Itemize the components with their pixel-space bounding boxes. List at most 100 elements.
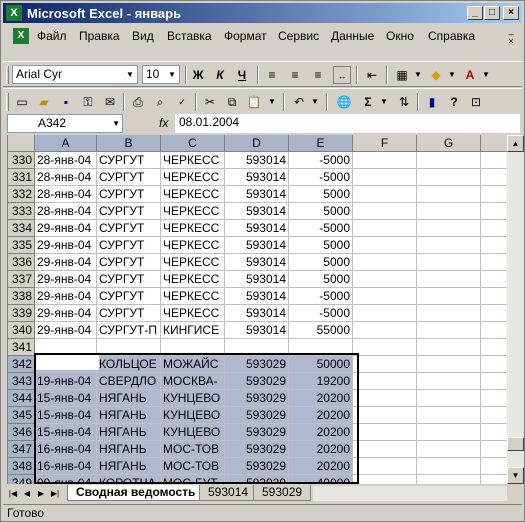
email-icon[interactable]: ✉ [101, 93, 119, 111]
cell-d[interactable]: 593014 [225, 169, 289, 186]
align-right-icon[interactable]: ≡ [309, 66, 327, 84]
cell-c[interactable]: ЧЕРКЕСС [161, 220, 225, 237]
cell-e[interactable]: -5000 [289, 305, 353, 322]
cell-c[interactable]: КУНЦЕВО [161, 424, 225, 441]
cell-e[interactable]: 40000 [289, 475, 353, 484]
cell-f[interactable] [353, 152, 417, 169]
fx-icon[interactable]: fx [159, 116, 168, 130]
cell-h[interactable] [481, 237, 507, 254]
sort-ascending-icon[interactable]: ⇅ [395, 93, 413, 111]
cell-e[interactable]: 20200 [289, 390, 353, 407]
row-header[interactable]: 338 [8, 288, 35, 305]
select-all-corner[interactable] [8, 135, 35, 152]
hyperlink-icon[interactable]: 🌐 [335, 93, 353, 111]
column-header-f[interactable]: F [353, 135, 417, 152]
menu-file[interactable]: Файл [37, 29, 67, 43]
maximize-button[interactable]: □ [484, 6, 500, 20]
cell-g[interactable] [417, 356, 481, 373]
row-header[interactable]: 334 [8, 220, 35, 237]
cell-f[interactable] [353, 424, 417, 441]
menu-edit[interactable]: Правка [79, 29, 120, 43]
cell-b[interactable]: НЯГАНЬ [97, 458, 161, 475]
menu-help[interactable]: Справка [428, 29, 475, 43]
cell-d[interactable]: 593014 [225, 254, 289, 271]
row-header[interactable]: 337 [8, 271, 35, 288]
cell-e[interactable]: 20200 [289, 441, 353, 458]
spelling-icon[interactable]: ✓ [173, 93, 191, 111]
row-header[interactable]: 344 [8, 390, 35, 407]
cell-f[interactable] [353, 407, 417, 424]
row-header[interactable]: 333 [8, 203, 35, 220]
cell-a[interactable]: 09-янв-04 [35, 475, 97, 484]
cell-h[interactable] [481, 322, 507, 339]
align-left-icon[interactable]: ≡ [263, 66, 281, 84]
cell-f[interactable] [353, 169, 417, 186]
row-header[interactable]: 331 [8, 169, 35, 186]
cell-h[interactable] [481, 475, 507, 484]
cell-h[interactable] [481, 203, 507, 220]
cell-d[interactable]: 593029 [225, 407, 289, 424]
cell-c[interactable]: ЧЕРКЕСС [161, 271, 225, 288]
toolbar-grip[interactable] [6, 66, 9, 84]
row-header[interactable]: 343 [8, 373, 35, 390]
cell-e[interactable]: 19200 [289, 373, 353, 390]
cell-h[interactable] [481, 288, 507, 305]
cell-e[interactable]: 20200 [289, 424, 353, 441]
cell-f[interactable] [353, 390, 417, 407]
cell-f[interactable] [353, 458, 417, 475]
scroll-thumb[interactable] [507, 437, 524, 451]
paste-icon[interactable]: 📋 [245, 93, 263, 111]
menu-insert[interactable]: Вставка [167, 29, 212, 43]
cell-e[interactable]: 5000 [289, 254, 353, 271]
cell-d[interactable]: 593014 [225, 237, 289, 254]
cell-f[interactable] [353, 373, 417, 390]
cell-f[interactable] [353, 237, 417, 254]
next-sheet-icon[interactable]: ▶ [35, 487, 47, 500]
chevron-down-icon[interactable]: ▼ [112, 115, 120, 132]
cell-g[interactable] [417, 305, 481, 322]
row-header[interactable]: 345 [8, 407, 35, 424]
print-icon[interactable]: ⎙ [129, 93, 147, 111]
cell-f[interactable] [353, 339, 417, 356]
doc-minimize-button[interactable]: _ [504, 25, 518, 35]
cell-d[interactable]: 593029 [225, 390, 289, 407]
cell-d[interactable]: 593029 [225, 475, 289, 484]
cut-icon[interactable]: ✂ [201, 93, 219, 111]
column-header-g[interactable]: G [417, 135, 481, 152]
cell-f[interactable] [353, 203, 417, 220]
cell-e[interactable]: -5000 [289, 152, 353, 169]
cell-a[interactable]: 15-янв-04 [35, 424, 97, 441]
permission-icon[interactable]: ⚿ [79, 93, 97, 111]
chevron-down-icon[interactable]: ▼ [409, 66, 427, 84]
cell-c[interactable]: ЧЕРКЕСС [161, 237, 225, 254]
cell-b[interactable]: КОРОТЧА [97, 475, 161, 484]
first-sheet-icon[interactable]: |◀ [7, 487, 19, 500]
zoom-icon[interactable]: ⊡ [467, 93, 485, 111]
cell-e[interactable] [289, 339, 353, 356]
chevron-down-icon[interactable]: ▼ [263, 93, 281, 111]
cell-g[interactable] [417, 254, 481, 271]
cell-g[interactable] [417, 186, 481, 203]
column-header-a[interactable]: A [35, 135, 97, 152]
cell-f[interactable] [353, 288, 417, 305]
cell-g[interactable] [417, 424, 481, 441]
cell-a[interactable]: 28-янв-04 [35, 152, 97, 169]
close-button[interactable]: × [503, 6, 519, 20]
cell-h[interactable] [481, 339, 507, 356]
cell-d[interactable]: 593014 [225, 186, 289, 203]
cell-c[interactable]: ЧЕРКЕСС [161, 254, 225, 271]
save-icon[interactable]: ▪ [57, 93, 75, 111]
cell-g[interactable] [417, 407, 481, 424]
cell-h[interactable] [481, 271, 507, 288]
cell-f[interactable] [353, 254, 417, 271]
merge-center-icon[interactable]: ↔ [333, 66, 351, 84]
cell-g[interactable] [417, 390, 481, 407]
chevron-down-icon[interactable]: ▼ [443, 66, 461, 84]
cell-h[interactable] [481, 305, 507, 322]
new-file-icon[interactable]: ▭ [13, 93, 31, 111]
italic-button[interactable]: К [211, 66, 229, 84]
cell-c[interactable]: МОС-ТОВ [161, 441, 225, 458]
bold-button[interactable]: Ж [189, 66, 207, 84]
cell-d[interactable]: 593014 [225, 203, 289, 220]
row-header[interactable]: 348 [8, 458, 35, 475]
